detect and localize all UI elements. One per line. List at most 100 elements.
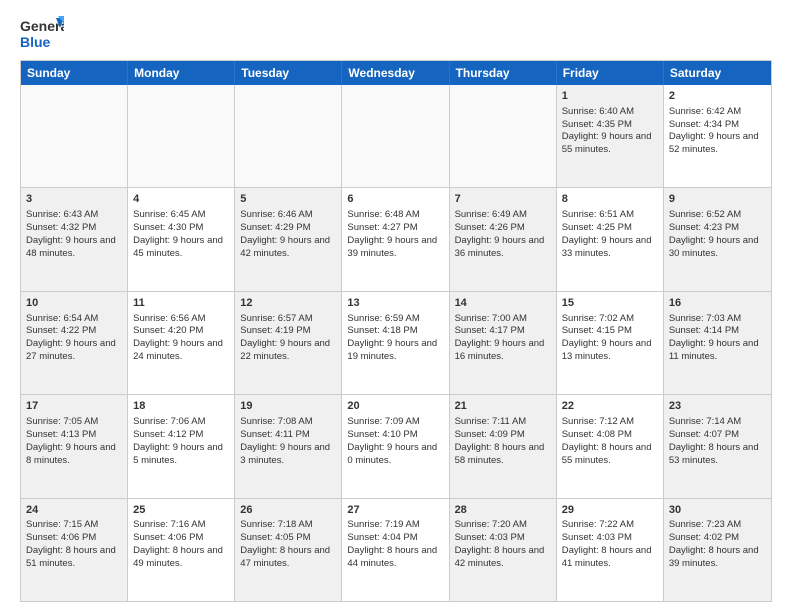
day-info-line: Daylight: 9 hours and 27 minutes. [26,338,122,364]
day-number: 28 [455,503,551,518]
day-number: 23 [669,399,766,414]
header: General Blue [20,16,772,52]
day-info-line: Daylight: 8 hours and 51 minutes. [26,545,122,571]
day-info-line: Daylight: 9 hours and 52 minutes. [669,131,766,157]
day-info-line: Daylight: 9 hours and 33 minutes. [562,235,658,261]
day-cell-21: 21Sunrise: 7:11 AMSunset: 4:09 PMDayligh… [450,395,557,497]
day-number: 9 [669,192,766,207]
day-info-line: Sunrise: 7:14 AM [669,416,766,429]
day-info-line: Sunrise: 6:54 AM [26,313,122,326]
day-cell-10: 10Sunrise: 6:54 AMSunset: 4:22 PMDayligh… [21,292,128,394]
day-info-line: Sunset: 4:35 PM [562,119,658,132]
day-cell-1: 1Sunrise: 6:40 AMSunset: 4:35 PMDaylight… [557,85,664,187]
day-cell-19: 19Sunrise: 7:08 AMSunset: 4:11 PMDayligh… [235,395,342,497]
day-cell-20: 20Sunrise: 7:09 AMSunset: 4:10 PMDayligh… [342,395,449,497]
header-day-tuesday: Tuesday [235,61,342,85]
day-cell-28: 28Sunrise: 7:20 AMSunset: 4:03 PMDayligh… [450,499,557,601]
day-number: 2 [669,89,766,104]
day-info-line: Sunset: 4:27 PM [347,222,443,235]
day-info-line: Sunset: 4:06 PM [26,532,122,545]
day-info-line: Daylight: 9 hours and 24 minutes. [133,338,229,364]
day-number: 20 [347,399,443,414]
day-info-line: Sunset: 4:29 PM [240,222,336,235]
day-info-line: Sunrise: 7:23 AM [669,519,766,532]
day-cell-9: 9Sunrise: 6:52 AMSunset: 4:23 PMDaylight… [664,188,771,290]
day-info-line: Daylight: 9 hours and 16 minutes. [455,338,551,364]
day-info-line: Sunset: 4:30 PM [133,222,229,235]
day-number: 12 [240,296,336,311]
day-info-line: Sunset: 4:20 PM [133,325,229,338]
day-number: 7 [455,192,551,207]
day-info-line: Sunset: 4:26 PM [455,222,551,235]
calendar-week-3: 10Sunrise: 6:54 AMSunset: 4:22 PMDayligh… [21,292,771,395]
day-info-line: Sunset: 4:25 PM [562,222,658,235]
day-cell-4: 4 Sunrise: 6:45 AMSunset: 4:30 PMDaylight… [128,188,235,290]
day-info-line: Daylight: 9 hours and 11 minutes. [669,338,766,364]
day-number: 22 [562,399,658,414]
day-info-line: Sunset: 4:15 PM [562,325,658,338]
day-info-line: Daylight: 9 hours and 0 minutes. [347,442,443,468]
day-info-line: Daylight: 8 hours and 47 minutes. [240,545,336,571]
day-info-line: Sunrise: 7:06 AM [133,416,229,429]
day-number: 30 [669,503,766,518]
day-info-line: Sunrise: 6:57 AM [240,313,336,326]
empty-cell [21,85,128,187]
page: General Blue SundayMondayTuesdayWednesda… [0,0,792,612]
day-info-line: Sunrise: 7:22 AM [562,519,658,532]
header-day-thursday: Thursday [450,61,557,85]
day-number: 11 [133,296,229,311]
day-info-line: Sunrise: 7:18 AM [240,519,336,532]
day-info-line: Daylight: 8 hours and 53 minutes. [669,442,766,468]
day-cell-17: 17 Sunrise: 7:05 AMSunset: 4:13 PMDayligh… [21,395,128,497]
day-info-line: Daylight: 9 hours and 22 minutes. [240,338,336,364]
day-number: 24 [26,503,122,518]
calendar-week-1: 1Sunrise: 6:40 AMSunset: 4:35 PMDaylight… [21,85,771,188]
day-info-line: Daylight: 9 hours and 45 minutes. [133,235,229,261]
day-number: 17 [26,399,122,414]
day-cell-2: 2Sunrise: 6:42 AMSunset: 4:34 PMDaylight… [664,85,771,187]
day-number: 19 [240,399,336,414]
day-info-line: Daylight: 9 hours and 19 minutes. [347,338,443,364]
day-cell-25: 25Sunrise: 7:16 AMSunset: 4:06 PMDayligh… [128,499,235,601]
day-cell-7: 7Sunrise: 6:49 AMSunset: 4:26 PMDaylight… [450,188,557,290]
day-number: 16 [669,296,766,311]
day-cell-29: 29Sunrise: 7:22 AMSunset: 4:03 PMDayligh… [557,499,664,601]
day-info-line: Daylight: 9 hours and 8 minutes. [26,442,122,468]
day-cell-8: 8Sunrise: 6:51 AMSunset: 4:25 PMDaylight… [557,188,664,290]
day-info-line: Sunrise: 7:05 AM [26,416,122,429]
svg-text:Blue: Blue [20,34,51,50]
day-info-line: Sunset: 4:05 PM [240,532,336,545]
day-info-line: Sunrise: 7:03 AM [669,313,766,326]
day-info-line: Sunrise: 6:59 AM [347,313,443,326]
day-info-line: Sunset: 4:06 PM [133,532,229,545]
calendar-week-5: 24Sunrise: 7:15 AMSunset: 4:06 PMDayligh… [21,499,771,601]
day-cell-18: 18Sunrise: 7:06 AMSunset: 4:12 PMDayligh… [128,395,235,497]
day-info-line: Sunset: 4:08 PM [562,429,658,442]
day-info-line: Daylight: 9 hours and 48 minutes. [26,235,122,261]
day-info-line: Sunrise: 6:45 AM [133,209,229,222]
day-cell-26: 26Sunrise: 7:18 AMSunset: 4:05 PMDayligh… [235,499,342,601]
day-info-line: Sunrise: 7:15 AM [26,519,122,532]
day-number: 26 [240,503,336,518]
day-info-line: Daylight: 9 hours and 13 minutes. [562,338,658,364]
day-cell-5: 5Sunrise: 6:46 AMSunset: 4:29 PMDaylight… [235,188,342,290]
day-cell-6: 6Sunrise: 6:48 AMSunset: 4:27 PMDaylight… [342,188,449,290]
day-info-line: Sunset: 4:19 PM [240,325,336,338]
header-day-friday: Friday [557,61,664,85]
day-cell-23: 23Sunrise: 7:14 AMSunset: 4:07 PMDayligh… [664,395,771,497]
day-info-line: Daylight: 8 hours and 42 minutes. [455,545,551,571]
logo: General Blue [20,16,64,52]
header-day-wednesday: Wednesday [342,61,449,85]
day-info-line: Daylight: 9 hours and 42 minutes. [240,235,336,261]
day-cell-14: 14Sunrise: 7:00 AMSunset: 4:17 PMDayligh… [450,292,557,394]
day-info-line: Sunset: 4:03 PM [562,532,658,545]
empty-cell [235,85,342,187]
day-info-line: Sunrise: 7:20 AM [455,519,551,532]
day-info-line: Sunset: 4:13 PM [26,429,122,442]
day-info-line: Sunrise: 6:46 AM [240,209,336,222]
day-number: 4 [133,192,229,207]
day-info-line: Sunset: 4:18 PM [347,325,443,338]
day-info-line: Sunrise: 7:19 AM [347,519,443,532]
day-number: 3 [26,192,122,207]
day-number: 29 [562,503,658,518]
